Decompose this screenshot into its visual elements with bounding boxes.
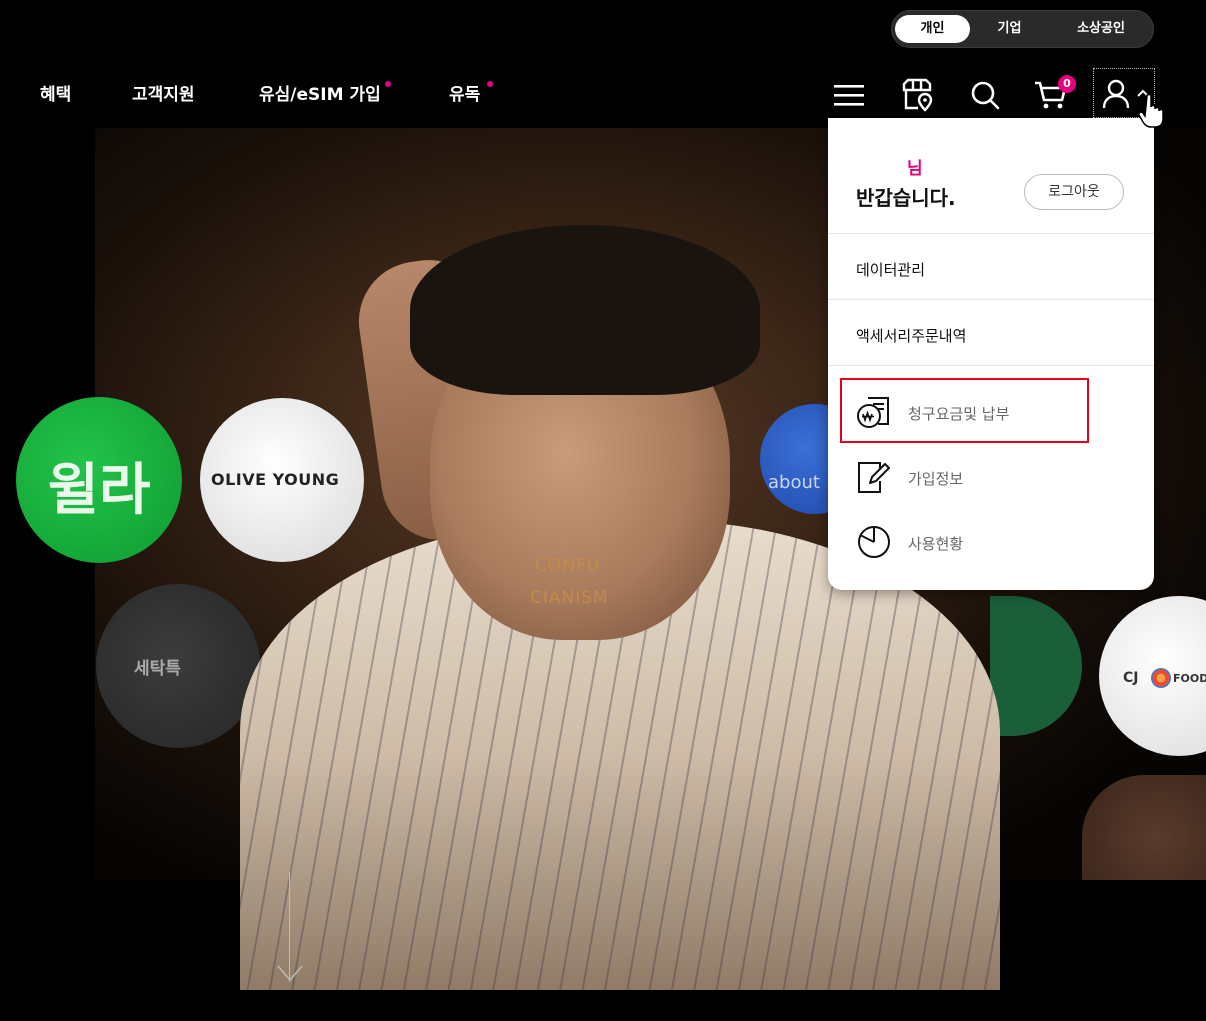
new-dot (385, 81, 391, 87)
cj-logo-text: CJ (1123, 670, 1139, 686)
user-name-suffix: 님 (907, 159, 923, 179)
nav-customer-support[interactable]: 고객지원 (132, 80, 195, 105)
greeting-text: 반갑습니다. (856, 186, 956, 210)
menu-usage-status[interactable]: 사용현황 (908, 533, 963, 554)
divider (828, 299, 1154, 300)
hand-cursor-icon (1138, 93, 1164, 128)
divider (828, 365, 1154, 366)
nav-usim-esim[interactable]: 유심/eSIM 가입 (259, 80, 381, 105)
store-location-icon[interactable] (900, 78, 934, 112)
nav-yudok[interactable]: 유독 (449, 80, 480, 105)
confucianism-text-line1: CONFU (535, 556, 601, 576)
segment-business[interactable]: 기업 (972, 15, 1047, 43)
willa-logo-text: 윌라 (47, 458, 151, 523)
usage-chart-icon (858, 526, 890, 558)
segment-small-business[interactable]: 소상공인 (1052, 15, 1150, 43)
laundry-logo-text: 세탁특 (134, 659, 181, 679)
olive-young-logo-text: OLIVE YOUNG (211, 470, 340, 489)
menu-subscription-info[interactable]: 가입정보 (908, 468, 963, 489)
olive-young-logo-circle[interactable]: OLIVE YOUNG (200, 398, 364, 562)
segment-personal[interactable]: 개인 (895, 15, 970, 43)
customer-type-switch: 개인 기업 소상공인 (891, 10, 1154, 48)
logout-button[interactable]: 로그아웃 (1024, 174, 1124, 210)
bill-payment-icon (857, 397, 889, 428)
menu-data-management[interactable]: 데이터관리 (856, 259, 925, 280)
divider (828, 233, 1154, 234)
user-dropdown-panel: 님 반갑습니다. 로그아웃 데이터관리 액세서리주문내역 청구요금및 납부 가입… (828, 118, 1154, 590)
hamburger-menu-icon[interactable] (833, 82, 865, 108)
menu-accessory-orders[interactable]: 액세서리주문내역 (856, 325, 966, 346)
search-icon[interactable] (970, 80, 1000, 110)
person-hair (410, 225, 760, 395)
user-icon[interactable] (1102, 79, 1130, 109)
willa-logo-circle[interactable]: 윌라 (16, 397, 182, 563)
menu-bill-payment[interactable]: 청구요금및 납부 (908, 403, 1009, 424)
scroll-down-arrow-icon[interactable] (276, 962, 304, 984)
laundry-logo-circle[interactable]: 세탁특 (96, 584, 260, 748)
cj-flower-icon (1151, 668, 1171, 688)
nav-benefits[interactable]: 혜택 (40, 80, 71, 105)
confucianism-text-line2: CIANISM (530, 588, 609, 608)
cj-food-text: FOOD (1173, 672, 1206, 685)
about-logo-text: about (768, 472, 820, 493)
cart-count-badge: 0 (1058, 75, 1076, 93)
new-dot (487, 81, 493, 87)
edit-document-icon (858, 462, 890, 493)
